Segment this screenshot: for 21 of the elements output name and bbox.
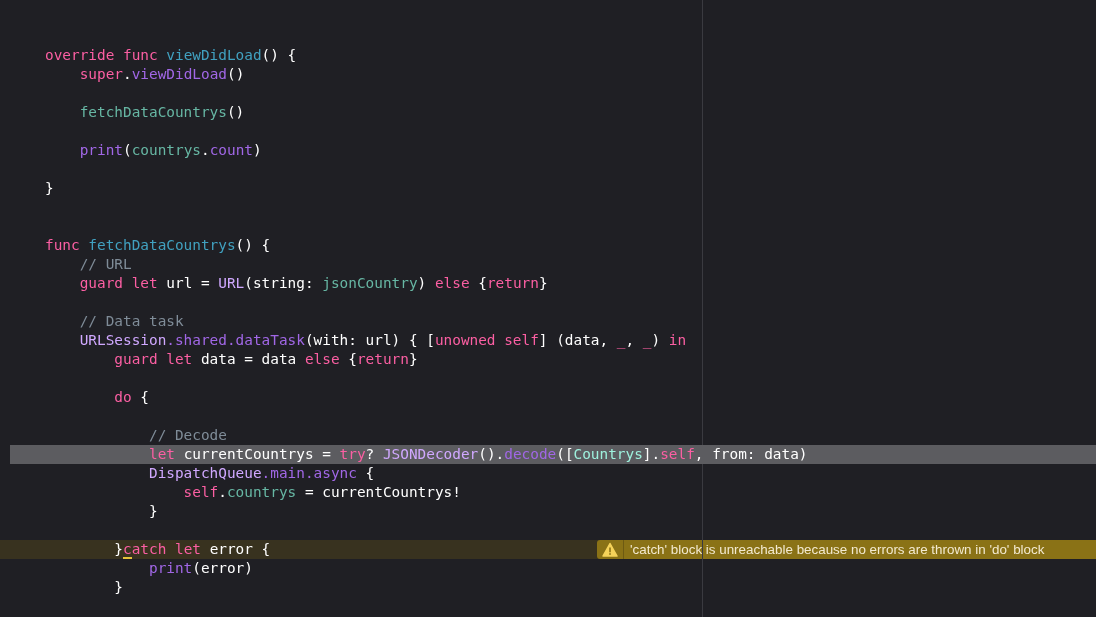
code-line: // Data task [78, 311, 184, 331]
code-line: fetchDataCountrys() [78, 102, 245, 122]
code-line: DispatchQueue.main.async { [147, 463, 375, 483]
code-line: }catch let error { [113, 539, 271, 559]
code-line: print(countrys.count) [78, 140, 262, 160]
code-line: print(error) [147, 558, 253, 578]
code-line: } [147, 501, 158, 521]
code-line: } [113, 577, 123, 597]
code-line: guard let url = URL(string: jsonCountry) else {return} [78, 273, 548, 293]
code-line: override func viewDidLoad() { [45, 45, 297, 65]
code-line: self.countrys = currentCountrys! [182, 482, 461, 502]
code-line: // Decode [147, 425, 227, 445]
code-line: do { [113, 387, 149, 407]
code-line: // URL [78, 254, 132, 274]
code-line: let currentCountrys = try? JSONDecoder().decode([Countrys].self, from: data) [147, 444, 808, 464]
code-line: } [45, 178, 54, 198]
code-line: func fetchDataCountrys() { [45, 235, 271, 255]
code-line: URLSession.shared.dataTask(with: url) { [unowned self] (data, _, _) in [78, 330, 687, 350]
code-line: super.viewDidLoad() [78, 64, 245, 84]
code-line: guard let data = data else {return} [113, 349, 418, 369]
warning-message: 'catch' block is unreachable because no errors are thrown in 'do' block [629, 541, 1045, 557]
